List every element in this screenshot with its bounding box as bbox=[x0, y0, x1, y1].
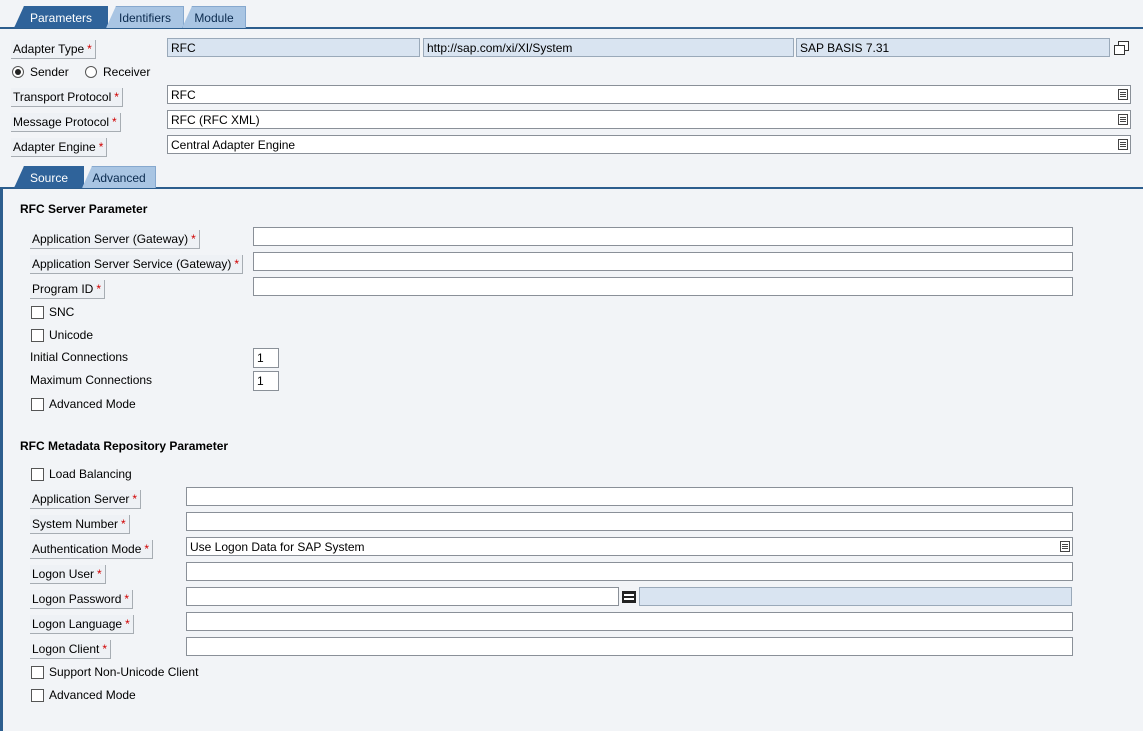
adapter-engine-value: Central Adapter Engine bbox=[171, 138, 296, 152]
required-mark: * bbox=[112, 115, 117, 129]
required-mark: * bbox=[144, 542, 150, 556]
adapter-engine-label: Adapter Engine * bbox=[11, 138, 108, 157]
sender-label: Sender bbox=[30, 65, 69, 79]
unicode-checkbox[interactable] bbox=[31, 329, 44, 342]
system-number-label: System Number * bbox=[30, 515, 130, 534]
maximum-connections-label: Maximum Connections bbox=[30, 373, 153, 387]
app-server-input[interactable] bbox=[186, 487, 1073, 506]
adapter-engine-dropdown[interactable]: Central Adapter Engine bbox=[167, 135, 1131, 154]
required-mark: * bbox=[97, 567, 102, 581]
required-mark: * bbox=[191, 232, 196, 246]
app-server-label-text: Application Server bbox=[32, 492, 130, 506]
load-balancing-checkbox[interactable] bbox=[31, 468, 44, 481]
snc-checkbox[interactable] bbox=[31, 306, 44, 319]
logon-user-label-text: Logon User bbox=[32, 567, 95, 581]
logon-language-label: Logon Language * bbox=[30, 615, 134, 634]
required-mark: * bbox=[114, 90, 119, 104]
app-server-gateway-input[interactable] bbox=[253, 227, 1073, 246]
message-protocol-label: Message Protocol * bbox=[11, 113, 121, 132]
logon-password-input[interactable] bbox=[186, 587, 619, 606]
sender-radio[interactable] bbox=[12, 66, 24, 78]
snc-label: SNC bbox=[49, 305, 75, 319]
authentication-mode-dropdown[interactable]: Use Logon Data for SAP System bbox=[186, 537, 1073, 556]
app-server-gateway-label-text: Application Server (Gateway) bbox=[32, 232, 189, 246]
required-mark: * bbox=[234, 257, 240, 271]
app-service-gateway-input[interactable] bbox=[253, 252, 1073, 271]
adapter-type-label: Adapter Type * bbox=[11, 40, 96, 59]
system-number-input[interactable] bbox=[186, 512, 1073, 531]
message-protocol-dropdown[interactable]: RFC (RFC XML) bbox=[167, 110, 1131, 129]
server-advanced-mode-checkbox[interactable] bbox=[31, 398, 44, 411]
non-unicode-client-label: Support Non-Unicode Client bbox=[49, 665, 199, 679]
non-unicode-client-checkbox[interactable] bbox=[31, 666, 44, 679]
transport-protocol-dropdown[interactable]: RFC bbox=[167, 85, 1131, 104]
dropdown-icon[interactable] bbox=[1118, 89, 1128, 100]
adapter-type-namespace-field: http://sap.com/xi/XI/System bbox=[423, 38, 794, 57]
logon-password-label: Logon Password * bbox=[30, 590, 134, 609]
logon-user-input[interactable] bbox=[186, 562, 1073, 581]
tab-parameters[interactable]: Parameters bbox=[14, 6, 108, 28]
logon-password-confirm-input bbox=[639, 587, 1072, 606]
tab-source[interactable]: Source bbox=[14, 166, 84, 188]
app-server-label: Application Server * bbox=[30, 490, 142, 509]
transport-protocol-value: RFC bbox=[171, 88, 196, 102]
source-tabstrip bbox=[0, 160, 1143, 189]
server-advanced-mode-label: Advanced Mode bbox=[49, 397, 136, 411]
dropdown-icon[interactable] bbox=[1060, 541, 1070, 552]
load-balancing-label: Load Balancing bbox=[49, 467, 132, 481]
transport-protocol-label: Transport Protocol * bbox=[11, 88, 123, 107]
metadata-advanced-mode-checkbox[interactable] bbox=[31, 689, 44, 702]
tab-identifiers[interactable]: Identifiers bbox=[106, 6, 184, 28]
copy-icon[interactable] bbox=[1114, 41, 1129, 55]
dropdown-icon[interactable] bbox=[1118, 114, 1128, 125]
required-mark: * bbox=[125, 617, 130, 631]
message-protocol-value: RFC (RFC XML) bbox=[171, 113, 260, 127]
content-left-border bbox=[0, 188, 3, 731]
message-protocol-label-text: Message Protocol bbox=[13, 115, 110, 129]
dropdown-icon[interactable] bbox=[1118, 139, 1128, 150]
app-server-gateway-label: Application Server (Gateway) * bbox=[30, 230, 200, 249]
logon-client-input[interactable] bbox=[186, 637, 1073, 656]
authentication-mode-value: Use Logon Data for SAP System bbox=[190, 540, 365, 554]
maximum-connections-input[interactable]: 1 bbox=[253, 371, 279, 391]
adapter-type-name-field: RFC bbox=[167, 38, 420, 57]
tab-module[interactable]: Module bbox=[182, 6, 246, 28]
required-mark: * bbox=[102, 642, 108, 656]
program-id-label-text: Program ID bbox=[32, 282, 94, 296]
system-number-label-text: System Number bbox=[32, 517, 119, 531]
adapter-type-label-text: Adapter Type bbox=[13, 42, 85, 56]
metadata-advanced-mode-label: Advanced Mode bbox=[49, 688, 136, 702]
authentication-mode-label-text: Authentication Mode bbox=[32, 542, 142, 556]
logon-language-label-text: Logon Language bbox=[32, 617, 123, 631]
program-id-label: Program ID * bbox=[30, 280, 106, 299]
logon-password-label-text: Logon Password bbox=[32, 592, 122, 606]
app-service-gateway-label-text: Application Server Service (Gateway) bbox=[32, 257, 232, 271]
program-id-input[interactable] bbox=[253, 277, 1073, 296]
rfc-metadata-section-title: RFC Metadata Repository Parameter bbox=[20, 439, 229, 453]
initial-connections-label: Initial Connections bbox=[30, 350, 129, 364]
required-mark: * bbox=[87, 42, 92, 56]
required-mark: * bbox=[96, 282, 102, 296]
transport-protocol-label-text: Transport Protocol bbox=[13, 90, 112, 104]
logon-client-label-text: Logon Client bbox=[32, 642, 100, 656]
adapter-engine-label-text: Adapter Engine bbox=[13, 140, 96, 154]
receiver-radio[interactable] bbox=[85, 66, 97, 78]
logon-client-label: Logon Client * bbox=[30, 640, 112, 659]
logon-language-input[interactable] bbox=[186, 612, 1073, 631]
authentication-mode-label: Authentication Mode * bbox=[30, 540, 154, 559]
required-mark: * bbox=[98, 140, 104, 154]
rfc-server-section-title: RFC Server Parameter bbox=[20, 202, 148, 216]
equals-icon bbox=[622, 591, 636, 603]
initial-connections-input[interactable]: 1 bbox=[253, 348, 279, 368]
adapter-type-swcv-field: SAP BASIS 7.31 bbox=[796, 38, 1110, 57]
required-mark: * bbox=[132, 492, 138, 506]
app-service-gateway-label: Application Server Service (Gateway) * bbox=[30, 255, 244, 274]
receiver-label: Receiver bbox=[103, 65, 151, 79]
required-mark: * bbox=[121, 517, 126, 531]
unicode-label: Unicode bbox=[49, 328, 94, 342]
logon-user-label: Logon User * bbox=[30, 565, 106, 584]
tab-advanced[interactable]: Advanced bbox=[82, 166, 156, 188]
required-mark: * bbox=[124, 592, 130, 606]
